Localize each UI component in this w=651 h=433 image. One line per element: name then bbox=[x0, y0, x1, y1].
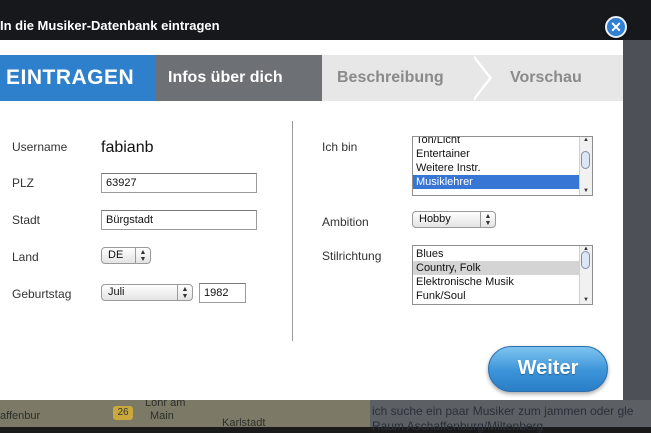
stilrichtung-scrollbar[interactable]: ▲ ▼ bbox=[579, 246, 592, 304]
map-label-karlstadt: Karlstadt bbox=[222, 417, 266, 429]
year-field[interactable]: 1982 bbox=[199, 283, 246, 303]
step-infos-ueber-dich[interactable]: Infos über dich bbox=[156, 55, 322, 101]
dialog-title: In die Musiker-Datenbank eintragen bbox=[0, 18, 220, 33]
close-icon[interactable]: ✕ bbox=[605, 16, 627, 38]
list-item[interactable]: Ton/Licht bbox=[413, 137, 592, 147]
username-value: fabianb bbox=[101, 139, 154, 156]
land-select[interactable]: DE ▲ ▼ bbox=[101, 247, 151, 264]
month-select-value: Juli bbox=[108, 286, 125, 298]
list-item[interactable]: Elektronische Musik bbox=[413, 275, 592, 289]
plz-label: PLZ bbox=[12, 176, 35, 190]
background-sidebar bbox=[623, 40, 651, 400]
month-select[interactable]: Juli ▲ ▼ bbox=[101, 284, 193, 301]
step-vorschau[interactable]: Vorschau bbox=[510, 55, 582, 101]
weiter-button[interactable]: Weiter bbox=[488, 346, 608, 392]
scroll-down-icon[interactable]: ▼ bbox=[580, 297, 592, 303]
list-item[interactable]: Blues bbox=[413, 247, 592, 261]
land-select-value: DE bbox=[108, 249, 124, 261]
updown-icon: ▲ ▼ bbox=[135, 248, 150, 263]
list-item[interactable]: Funk/Soul bbox=[413, 289, 592, 303]
stilrichtung-label: Stilrichtung bbox=[322, 249, 382, 263]
land-label: Land bbox=[12, 250, 39, 264]
listing-text-line1: ich suche ein paar Musiker zum jammen od… bbox=[372, 404, 634, 418]
geburtstag-label: Geburtstag bbox=[12, 287, 72, 301]
username-label: Username bbox=[12, 140, 68, 154]
list-item[interactable]: Weitere Instr. bbox=[413, 161, 592, 175]
stadt-label: Stadt bbox=[12, 213, 41, 227]
ambition-label: Ambition bbox=[322, 215, 369, 229]
scroll-up-icon[interactable]: ▲ bbox=[580, 137, 592, 143]
column-divider bbox=[292, 121, 293, 341]
step-beschreibung[interactable]: Beschreibung bbox=[337, 55, 444, 101]
updown-icon: ▲ ▼ bbox=[480, 212, 495, 227]
step-bar: Beschreibung Vorschau Infos über dich EI… bbox=[0, 55, 623, 101]
map-label-aschaffenburg: affenbur bbox=[0, 410, 41, 422]
scroll-down-icon[interactable]: ▼ bbox=[580, 188, 592, 194]
scroll-thumb[interactable] bbox=[581, 151, 590, 169]
map-label-main: Main bbox=[150, 410, 174, 422]
scroll-thumb[interactable] bbox=[581, 251, 590, 269]
plz-field[interactable]: 63927 bbox=[101, 173, 257, 193]
listing-text-line2: Raum Aschaffenburg/Miltenberg bbox=[372, 419, 544, 433]
ambition-select[interactable]: Hobby ▲ ▼ bbox=[412, 211, 496, 228]
ambition-select-value: Hobby bbox=[419, 213, 451, 225]
step-eintragen[interactable]: EINTRAGEN bbox=[0, 55, 156, 101]
ich-bin-scrollbar[interactable]: ▲ ▼ bbox=[579, 137, 592, 195]
step-arrow bbox=[304, 55, 322, 101]
ich-bin-label: Ich bin bbox=[322, 140, 358, 154]
list-item-selected[interactable]: Musiklehrer bbox=[413, 175, 580, 189]
list-item[interactable]: Entertainer bbox=[413, 147, 592, 161]
map-road-badge: 26 bbox=[113, 406, 133, 420]
list-item-selected[interactable]: Country, Folk bbox=[413, 261, 580, 275]
ich-bin-listbox[interactable]: Ton/Licht Entertainer Weitere Instr. Mus… bbox=[412, 136, 593, 196]
stilrichtung-listbox[interactable]: Blues Country, Folk Elektronische Musik … bbox=[412, 245, 593, 305]
updown-icon: ▲ ▼ bbox=[177, 285, 192, 300]
step-separator bbox=[471, 55, 489, 101]
stadt-field[interactable]: Bürgstadt bbox=[101, 210, 257, 230]
